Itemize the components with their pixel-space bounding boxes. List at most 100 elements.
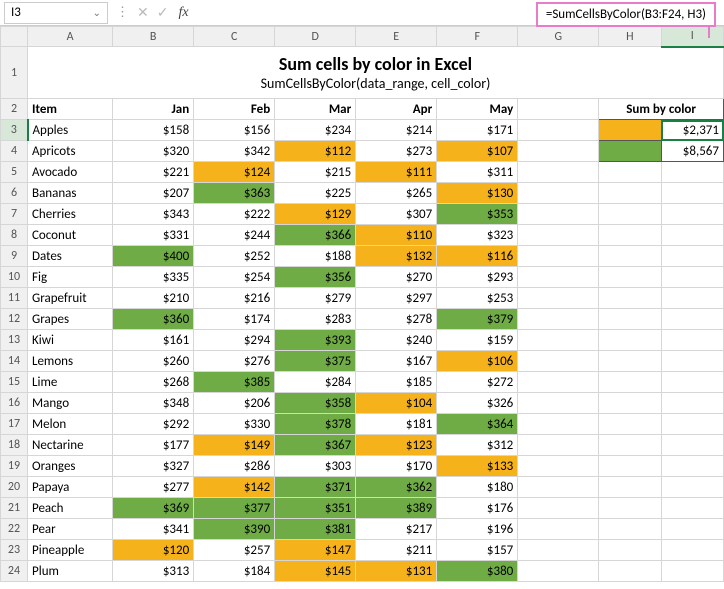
data-cell[interactable]: $311 [437, 162, 518, 183]
row-header[interactable]: 12 [1, 309, 28, 330]
row-header[interactable]: 15 [1, 372, 28, 393]
data-cell[interactable] [518, 204, 599, 225]
data-cell[interactable]: $353 [437, 204, 518, 225]
data-cell[interactable] [599, 477, 661, 498]
sum-orange-cell[interactable]: $2,371 [661, 120, 723, 141]
data-cell[interactable] [661, 351, 723, 372]
data-cell[interactable] [599, 372, 661, 393]
data-cell[interactable] [518, 435, 599, 456]
data-cell[interactable] [518, 519, 599, 540]
data-cell[interactable]: $216 [194, 288, 275, 309]
name-box[interactable]: I3 ⌄ [4, 2, 108, 24]
data-cell[interactable] [518, 498, 599, 519]
color-swatch-green[interactable] [599, 141, 661, 162]
data-cell[interactable] [661, 519, 723, 540]
data-cell[interactable] [599, 456, 661, 477]
data-cell[interactable]: $379 [437, 309, 518, 330]
data-cell[interactable]: $129 [275, 204, 356, 225]
data-cell[interactable]: $342 [194, 141, 275, 162]
data-cell[interactable]: $323 [437, 225, 518, 246]
data-cell[interactable] [661, 267, 723, 288]
confirm-icon[interactable]: ✓ [153, 4, 173, 21]
data-cell[interactable] [661, 477, 723, 498]
data-cell[interactable]: $159 [437, 330, 518, 351]
header-item[interactable]: Item [28, 99, 113, 120]
data-cell[interactable]: $149 [194, 435, 275, 456]
data-cell[interactable]: $116 [437, 246, 518, 267]
data-cell[interactable]: $171 [437, 120, 518, 141]
header-mar[interactable]: Mar [275, 99, 356, 120]
data-cell[interactable]: $147 [275, 540, 356, 561]
data-cell[interactable] [661, 246, 723, 267]
sum-by-color-header[interactable]: Sum by color [599, 99, 724, 120]
data-cell[interactable] [661, 561, 723, 582]
data-cell[interactable]: $312 [437, 435, 518, 456]
data-cell[interactable]: Bananas [28, 183, 113, 204]
col-header[interactable]: A [28, 27, 113, 47]
data-cell[interactable]: $167 [356, 351, 437, 372]
data-cell[interactable]: Melon [28, 414, 113, 435]
data-cell[interactable]: $131 [356, 561, 437, 582]
data-cell[interactable]: Fig [28, 267, 113, 288]
col-header[interactable]: H [599, 27, 661, 47]
col-header[interactable]: C [194, 27, 275, 47]
row-header[interactable]: 14 [1, 351, 28, 372]
data-cell[interactable] [661, 435, 723, 456]
data-cell[interactable]: $244 [194, 225, 275, 246]
data-cell[interactable]: $278 [356, 309, 437, 330]
data-cell[interactable] [661, 288, 723, 309]
data-cell[interactable] [661, 498, 723, 519]
data-cell[interactable]: Oranges [28, 456, 113, 477]
data-cell[interactable]: $320 [113, 141, 194, 162]
data-cell[interactable] [518, 141, 599, 162]
data-cell[interactable]: $234 [275, 120, 356, 141]
data-cell[interactable]: Mango [28, 393, 113, 414]
row-header[interactable]: 9 [1, 246, 28, 267]
data-cell[interactable]: $265 [356, 183, 437, 204]
data-cell[interactable]: $210 [113, 288, 194, 309]
row-header[interactable]: 10 [1, 267, 28, 288]
row-header[interactable]: 21 [1, 498, 28, 519]
data-cell[interactable] [661, 414, 723, 435]
data-cell[interactable]: Coconut [28, 225, 113, 246]
row-header[interactable]: 17 [1, 414, 28, 435]
color-swatch-orange[interactable] [599, 120, 661, 141]
data-cell[interactable]: $177 [113, 435, 194, 456]
col-header[interactable]: G [518, 27, 599, 47]
data-cell[interactable]: $367 [275, 435, 356, 456]
data-cell[interactable]: $157 [437, 540, 518, 561]
col-header[interactable]: D [275, 27, 356, 47]
header-apr[interactable]: Apr [356, 99, 437, 120]
data-cell[interactable]: $377 [194, 498, 275, 519]
data-cell[interactable] [661, 540, 723, 561]
data-cell[interactable]: $400 [113, 246, 194, 267]
row-header[interactable]: 8 [1, 225, 28, 246]
data-cell[interactable]: Pear [28, 519, 113, 540]
data-cell[interactable]: $158 [113, 120, 194, 141]
data-cell[interactable]: $110 [356, 225, 437, 246]
col-header[interactable]: I [661, 27, 723, 47]
data-cell[interactable]: $257 [194, 540, 275, 561]
data-cell[interactable]: $307 [356, 204, 437, 225]
data-cell[interactable] [599, 183, 661, 204]
cancel-icon[interactable]: ✕ [133, 4, 153, 21]
col-header[interactable]: F [437, 27, 518, 47]
col-header[interactable]: B [113, 27, 194, 47]
data-cell[interactable] [661, 162, 723, 183]
data-cell[interactable]: $294 [194, 330, 275, 351]
data-cell[interactable] [661, 456, 723, 477]
data-cell[interactable]: $343 [113, 204, 194, 225]
data-cell[interactable]: $313 [113, 561, 194, 582]
data-cell[interactable]: $375 [275, 351, 356, 372]
data-cell[interactable]: $356 [275, 267, 356, 288]
data-cell[interactable] [599, 246, 661, 267]
data-cell[interactable]: $380 [437, 561, 518, 582]
data-cell[interactable] [599, 498, 661, 519]
data-cell[interactable] [661, 204, 723, 225]
row-header[interactable]: 7 [1, 204, 28, 225]
data-cell[interactable] [661, 309, 723, 330]
col-header[interactable]: E [356, 27, 437, 47]
data-cell[interactable]: $145 [275, 561, 356, 582]
data-cell[interactable]: Plum [28, 561, 113, 582]
data-cell[interactable] [518, 288, 599, 309]
